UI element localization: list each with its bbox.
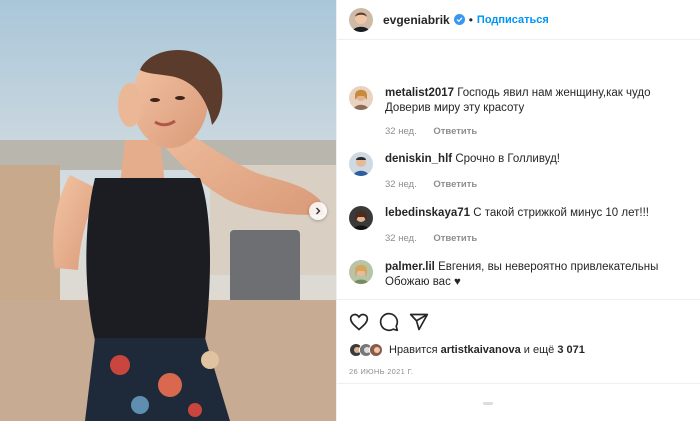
comment-text-block: lebedinskaya71 С такой стрижкой минус 10… xyxy=(385,206,685,221)
post-photo[interactable] xyxy=(0,0,336,421)
post-date: 26 ИЮНЬ 2021 Г. xyxy=(349,367,414,376)
instagram-post: evgeniabrik • Подписаться metalist2017 Г… xyxy=(0,0,700,421)
likes-prefix: Нравится xyxy=(389,344,438,356)
comment-text: Срочно в Голливуд! xyxy=(455,153,560,165)
author-avatar[interactable] xyxy=(349,7,373,32)
separator-dot: • xyxy=(468,12,473,27)
comment-meta: 32 нед. Ответить xyxy=(385,233,491,244)
commenter-avatar[interactable] xyxy=(349,152,373,176)
comment-text: С такой стрижкой минус 10 лет!!! xyxy=(473,207,649,219)
likes-text: Нравится artistkaivanova и ещё 3 071 xyxy=(389,344,585,356)
heart-icon[interactable] xyxy=(349,312,369,332)
commenter-avatar[interactable] xyxy=(349,260,373,284)
comment-username[interactable]: metalist2017 xyxy=(385,87,454,99)
comment-text-block: metalist2017 Господь явил нам женщину,ка… xyxy=(385,86,685,116)
comment-text-block: palmer.lil Евгения, вы невероятно привле… xyxy=(385,260,685,290)
share-icon[interactable] xyxy=(409,312,429,332)
comment-meta: 32 нед. Ответить xyxy=(385,126,491,137)
comment-age: 32 нед. xyxy=(385,233,417,244)
comment-age: 32 нед. xyxy=(385,126,417,137)
reply-button[interactable]: Ответить xyxy=(433,179,477,190)
comment-username[interactable]: deniskin_hlf xyxy=(385,153,452,165)
post-actions-bar xyxy=(337,299,700,343)
likes-user[interactable]: artistkaivanova xyxy=(441,344,521,356)
post-sidebar: evgeniabrik • Подписаться metalist2017 Г… xyxy=(336,0,700,421)
comment-icon[interactable] xyxy=(379,312,399,332)
comment-text-block: deniskin_hlf Срочно в Голливуд! xyxy=(385,152,685,167)
reply-button[interactable]: Ответить xyxy=(433,233,477,244)
reply-button[interactable]: Ответить xyxy=(433,126,477,137)
verified-badge-icon xyxy=(453,14,465,25)
post-photo-image xyxy=(0,0,336,421)
comment-input-handle[interactable] xyxy=(483,402,493,405)
follow-button[interactable]: Подписаться xyxy=(477,14,549,26)
likes-row: Нравится artistkaivanova и ещё 3 071 xyxy=(349,340,585,360)
commenter-avatar[interactable] xyxy=(349,86,373,110)
likes-count[interactable]: 3 071 xyxy=(557,344,585,356)
comment-meta: 32 нед. Ответить xyxy=(385,179,491,190)
likes-middle: и ещё xyxy=(523,344,555,356)
chevron-right-icon xyxy=(316,207,321,215)
comment-username[interactable]: palmer.lil xyxy=(385,261,435,273)
post-header: evgeniabrik • Подписаться xyxy=(337,0,700,40)
liker-avatar[interactable] xyxy=(369,343,383,357)
author-username[interactable]: evgeniabrik xyxy=(383,13,450,27)
next-photo-button[interactable] xyxy=(309,202,327,220)
commenter-avatar[interactable] xyxy=(349,206,373,230)
comment-age: 32 нед. xyxy=(385,179,417,190)
divider xyxy=(337,383,700,384)
comment-username[interactable]: lebedinskaya71 xyxy=(385,207,470,219)
